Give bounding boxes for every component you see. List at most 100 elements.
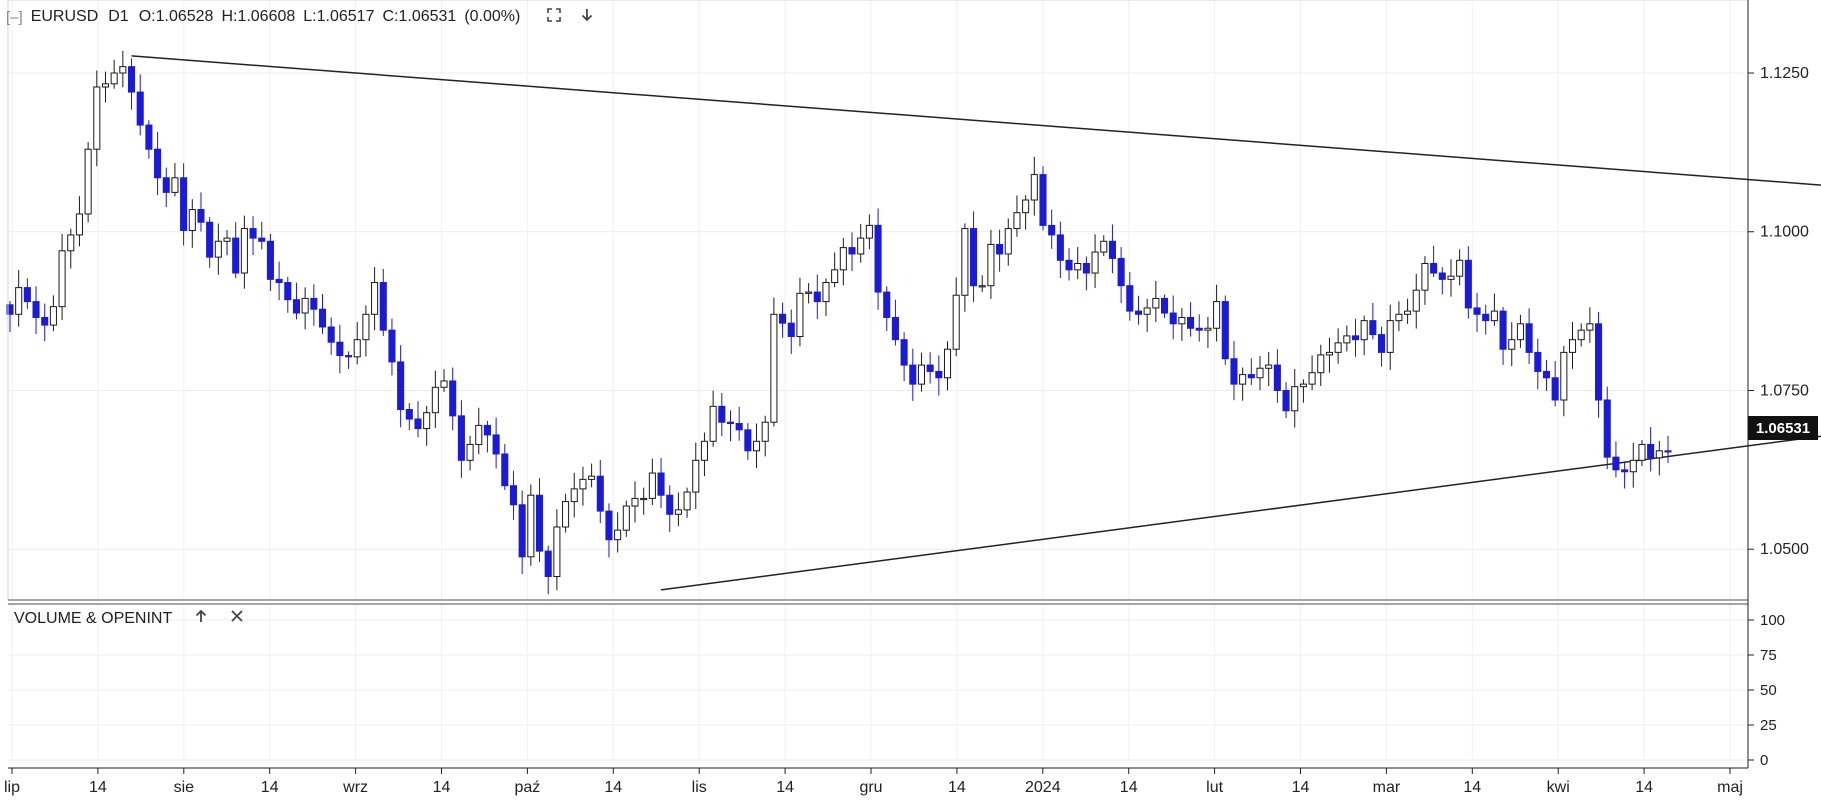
candle	[1508, 322, 1516, 367]
candle	[926, 352, 934, 384]
x-axis-label: sie	[174, 779, 195, 796]
candle-body-down	[1499, 310, 1507, 350]
candle-body-up	[674, 509, 682, 515]
candle	[883, 286, 891, 331]
candle-body-up	[1022, 199, 1030, 214]
candle	[1542, 359, 1551, 391]
candle-body-up	[1456, 259, 1464, 277]
candle-body-up	[796, 292, 804, 338]
candle-body-down	[883, 291, 891, 318]
candle-body-up	[1343, 335, 1351, 344]
candle-body-up	[1586, 323, 1594, 331]
candle-body-up	[119, 66, 127, 74]
candle-body-up	[692, 459, 700, 493]
candle-body-down	[266, 240, 274, 280]
candle	[1056, 221, 1064, 278]
candle	[1039, 166, 1047, 231]
candle	[1239, 367, 1247, 401]
candle-body-down	[1065, 259, 1073, 271]
candle-body-down	[310, 297, 318, 310]
candle	[865, 214, 873, 250]
candle-body-down	[1612, 456, 1620, 471]
candle	[1664, 435, 1672, 464]
candle	[935, 355, 943, 396]
candle	[475, 407, 483, 455]
candle-body-up	[1091, 251, 1099, 274]
candle-body-down	[666, 494, 674, 515]
volume-axis-label: 100	[1760, 612, 1785, 629]
candle	[23, 278, 31, 309]
x-axis-label: wrz	[342, 779, 368, 796]
arrow-up-icon[interactable]	[194, 608, 208, 629]
candle-body-down	[449, 380, 457, 417]
candle	[509, 470, 518, 520]
volume-axis-label: 75	[1760, 647, 1777, 664]
candle-body-up	[1629, 459, 1637, 473]
candle	[457, 400, 465, 478]
candle-body-up	[75, 213, 83, 236]
x-axis-label: 14	[604, 779, 622, 796]
candle-body-down	[1621, 469, 1629, 473]
candle-body-up	[648, 472, 656, 499]
candle-body-up	[1299, 383, 1307, 388]
candle	[1464, 246, 1472, 319]
candle	[1430, 245, 1438, 278]
candle	[718, 392, 726, 436]
price-axis-label: 1.0750	[1760, 382, 1809, 399]
candle	[831, 252, 839, 288]
candle	[162, 167, 170, 208]
x-axis-label: gru	[859, 779, 882, 796]
candle-body-down	[457, 415, 465, 461]
arrow-down-icon[interactable]	[580, 7, 594, 27]
candle-body-up	[1152, 297, 1160, 309]
price-chart[interactable]: 100 75 50 25 0 lip 14 sie 14 wrz 14 paź 14 lis 14 gru 14…	[0, 0, 1821, 805]
candle-body-down	[414, 418, 422, 430]
candle	[397, 345, 405, 428]
open-value: O:1.06528	[138, 8, 214, 25]
candle	[943, 341, 952, 391]
candle-body-up	[171, 177, 179, 193]
candle-body-down	[813, 291, 821, 303]
candle	[240, 215, 248, 289]
candle	[449, 367, 457, 431]
candle	[735, 406, 743, 441]
candle-body-up	[917, 364, 926, 385]
candle-body-up	[240, 228, 248, 274]
candle	[1065, 248, 1073, 281]
candle	[535, 478, 544, 563]
candle	[752, 423, 761, 469]
candle	[1621, 461, 1629, 489]
candle	[1560, 345, 1568, 417]
candle	[310, 284, 318, 326]
candle-body-up	[987, 243, 995, 287]
candle	[1230, 340, 1238, 401]
close-icon[interactable]	[230, 609, 244, 628]
candle-body-down	[197, 209, 205, 223]
candle-body-down	[1134, 310, 1143, 315]
candle	[353, 322, 361, 365]
candle-body-up	[1577, 329, 1585, 341]
candle	[970, 211, 978, 302]
x-axis-label: 14	[433, 779, 451, 796]
high-value: H:1.06608	[221, 8, 296, 25]
chart-grid	[8, 0, 1748, 761]
candle-body-down	[501, 453, 509, 487]
candle	[640, 487, 648, 515]
collapse-button[interactable]: [–]	[6, 9, 23, 26]
candle-body-up	[1560, 351, 1568, 401]
candle-body-down	[397, 361, 405, 411]
expand-icon[interactable]	[546, 7, 562, 27]
candle	[362, 305, 370, 357]
candle-body-up	[978, 285, 986, 288]
candle-body-down	[258, 237, 266, 242]
candles	[6, 50, 1672, 595]
trendline	[660, 435, 1821, 591]
candle-body-up	[1013, 212, 1021, 230]
candle	[41, 303, 49, 342]
candle	[275, 261, 283, 301]
candle	[553, 509, 561, 591]
candle-body-up	[1638, 443, 1646, 461]
candle	[75, 196, 83, 247]
candle-body-up	[640, 497, 648, 501]
candle	[32, 286, 40, 335]
